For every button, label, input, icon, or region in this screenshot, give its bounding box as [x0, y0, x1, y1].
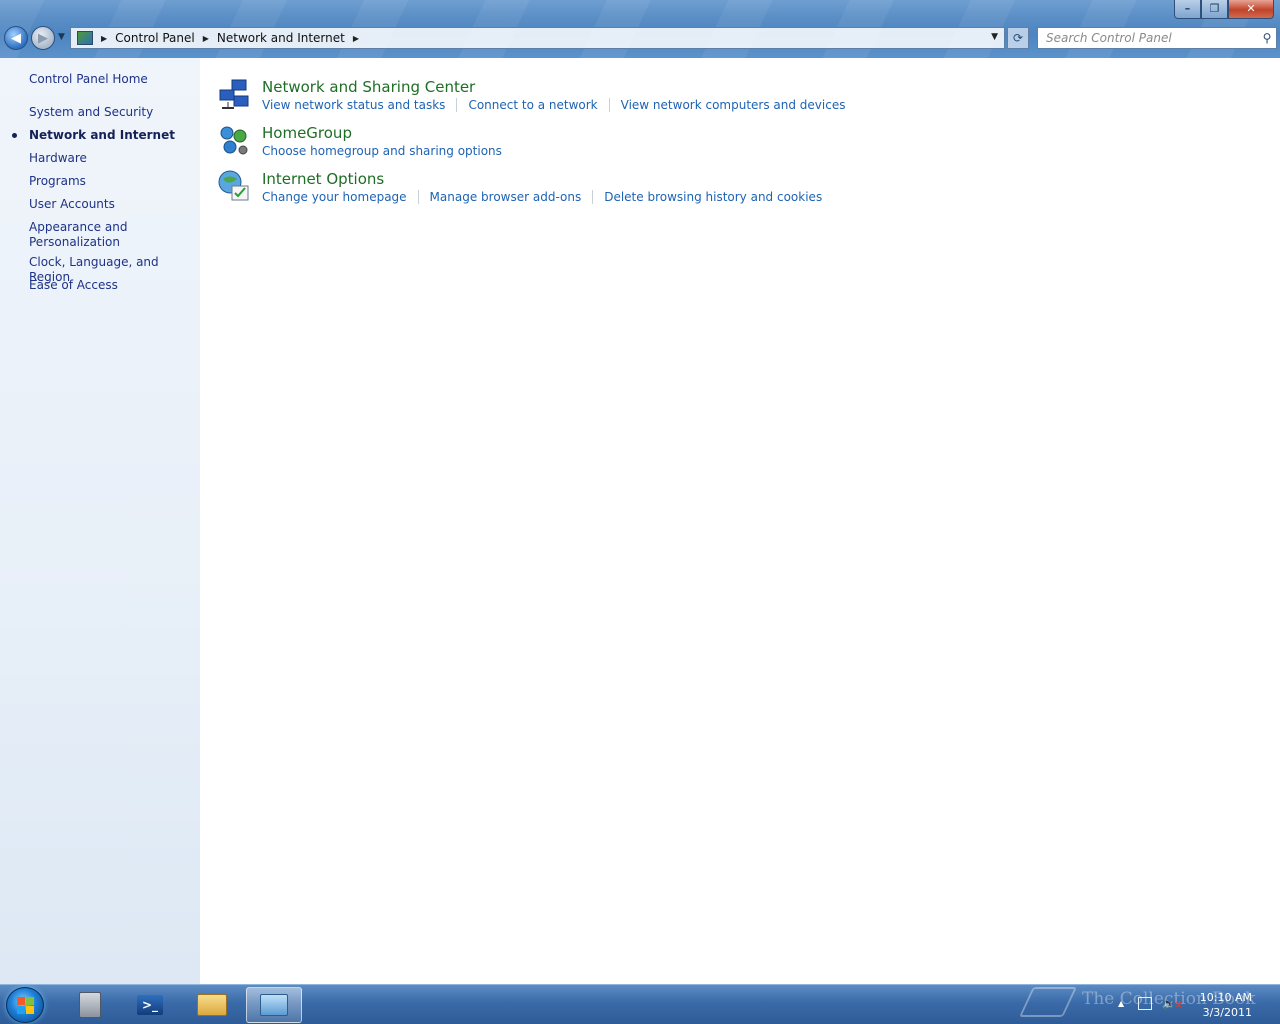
- change-homepage-link[interactable]: Change your homepage: [262, 190, 407, 204]
- back-button[interactable]: ◀: [4, 26, 28, 50]
- breadcrumb-arrow-icon[interactable]: ▶: [353, 34, 359, 43]
- show-hidden-icons-button[interactable]: ▲: [1118, 999, 1124, 1008]
- taskbar-control-panel[interactable]: [246, 987, 302, 1023]
- sidebar: Control Panel Home System and Security N…: [0, 58, 200, 984]
- link-separator: [456, 98, 458, 112]
- internet-options-link[interactable]: Internet Options: [262, 170, 384, 188]
- choose-homegroup-options-link[interactable]: Choose homegroup and sharing options: [262, 144, 502, 158]
- refresh-button[interactable]: ⟳: [1007, 27, 1029, 49]
- breadcrumb-control-panel[interactable]: Control Panel: [115, 31, 195, 45]
- search-box[interactable]: ⚲: [1037, 27, 1277, 49]
- clock-time: 10:10 AM: [1199, 991, 1252, 1004]
- view-network-status-link[interactable]: View network status and tasks: [262, 98, 445, 112]
- clock[interactable]: 10:10 AM 3/3/2011: [1200, 990, 1252, 1020]
- forward-button[interactable]: ▶: [31, 26, 55, 50]
- sidebar-item-user-accounts[interactable]: User Accounts: [29, 197, 194, 212]
- link-separator: [592, 190, 594, 204]
- breadcrumb-arrow-icon[interactable]: ▶: [101, 34, 107, 43]
- volume-muted-icon[interactable]: 🔈x: [1162, 997, 1182, 1010]
- link-separator: [417, 190, 419, 204]
- manage-browser-addons-link[interactable]: Manage browser add-ons: [430, 190, 582, 204]
- address-bar[interactable]: ▶ Control Panel ▶ Network and Internet ▶…: [70, 27, 1005, 49]
- close-button[interactable]: ✕: [1228, 0, 1274, 19]
- windows-logo-icon: [17, 997, 34, 1014]
- view-network-computers-link[interactable]: View network computers and devices: [621, 98, 846, 112]
- connect-to-network-link[interactable]: Connect to a network: [468, 98, 597, 112]
- control-panel-icon: [77, 31, 93, 45]
- taskbar-powershell[interactable]: >_: [122, 987, 178, 1023]
- link-separator: [608, 98, 610, 112]
- homegroup-icon[interactable]: [218, 124, 250, 156]
- address-history-dropdown[interactable]: ▼: [991, 32, 998, 42]
- homegroup-tasks: Choose homegroup and sharing options: [262, 144, 502, 158]
- window-titlebar: – ❐ ✕ ◀ ▶ ▼ ▶ Control Panel ▶ Network an…: [0, 0, 1280, 58]
- search-input[interactable]: [1046, 31, 1258, 45]
- breadcrumb-arrow-icon[interactable]: ▶: [203, 34, 209, 43]
- search-icon[interactable]: ⚲: [1258, 31, 1276, 45]
- taskbar-server-manager[interactable]: [62, 987, 118, 1023]
- sidebar-item-appearance-and-personalization[interactable]: Appearance and Personalization: [29, 220, 139, 250]
- arrow-left-icon: ◀: [11, 30, 21, 46]
- refresh-icon: ⟳: [1012, 31, 1024, 45]
- internet-options-icon[interactable]: [218, 170, 250, 202]
- homegroup-link[interactable]: HomeGroup: [262, 124, 352, 142]
- arrow-right-icon: ▶: [38, 30, 48, 46]
- system-tray: The Collection Book ▲ 🔈x 10:10 AM 3/3/20…: [1019, 985, 1280, 1024]
- delete-browsing-history-link[interactable]: Delete browsing history and cookies: [604, 190, 822, 204]
- internet-options-tasks: Change your homepage Manage browser add-…: [262, 190, 822, 204]
- chevron-down-icon: ▼: [58, 32, 65, 42]
- sidebar-item-hardware[interactable]: Hardware: [29, 151, 194, 166]
- taskbar-windows-explorer[interactable]: [184, 987, 240, 1023]
- window-controls: – ❐ ✕: [1174, 0, 1274, 19]
- sidebar-item-system-and-security[interactable]: System and Security: [29, 105, 194, 120]
- taskbar: >_ The Collection Book ▲ 🔈x 10:10 AM 3/3…: [0, 984, 1280, 1024]
- server-manager-icon: [79, 992, 101, 1018]
- network-and-sharing-center-link[interactable]: Network and Sharing Center: [262, 78, 475, 96]
- main-content: Network and Sharing Center View network …: [200, 58, 1280, 984]
- book-watermark-icon: [1019, 987, 1077, 1017]
- restore-button[interactable]: ❐: [1201, 0, 1228, 19]
- active-bullet-icon: [12, 133, 17, 138]
- breadcrumb-network-and-internet[interactable]: Network and Internet: [217, 31, 345, 45]
- powershell-icon: >_: [137, 995, 163, 1015]
- sidebar-item-programs[interactable]: Programs: [29, 174, 194, 189]
- folder-icon: [197, 994, 227, 1016]
- network-sharing-icon[interactable]: [218, 78, 250, 110]
- control-panel-icon: [260, 994, 288, 1016]
- clock-date: 3/3/2011: [1202, 1006, 1252, 1019]
- network-tray-icon[interactable]: [1138, 997, 1152, 1010]
- sidebar-item-control-panel-home[interactable]: Control Panel Home: [29, 72, 194, 87]
- network-sharing-tasks: View network status and tasks Connect to…: [262, 98, 845, 112]
- sidebar-item-ease-of-access[interactable]: Ease of Access: [29, 278, 194, 293]
- start-button[interactable]: [6, 987, 44, 1023]
- sidebar-item-network-and-internet[interactable]: Network and Internet: [29, 128, 194, 143]
- recent-pages-dropdown[interactable]: ▼: [58, 32, 65, 42]
- minimize-button[interactable]: –: [1174, 0, 1201, 19]
